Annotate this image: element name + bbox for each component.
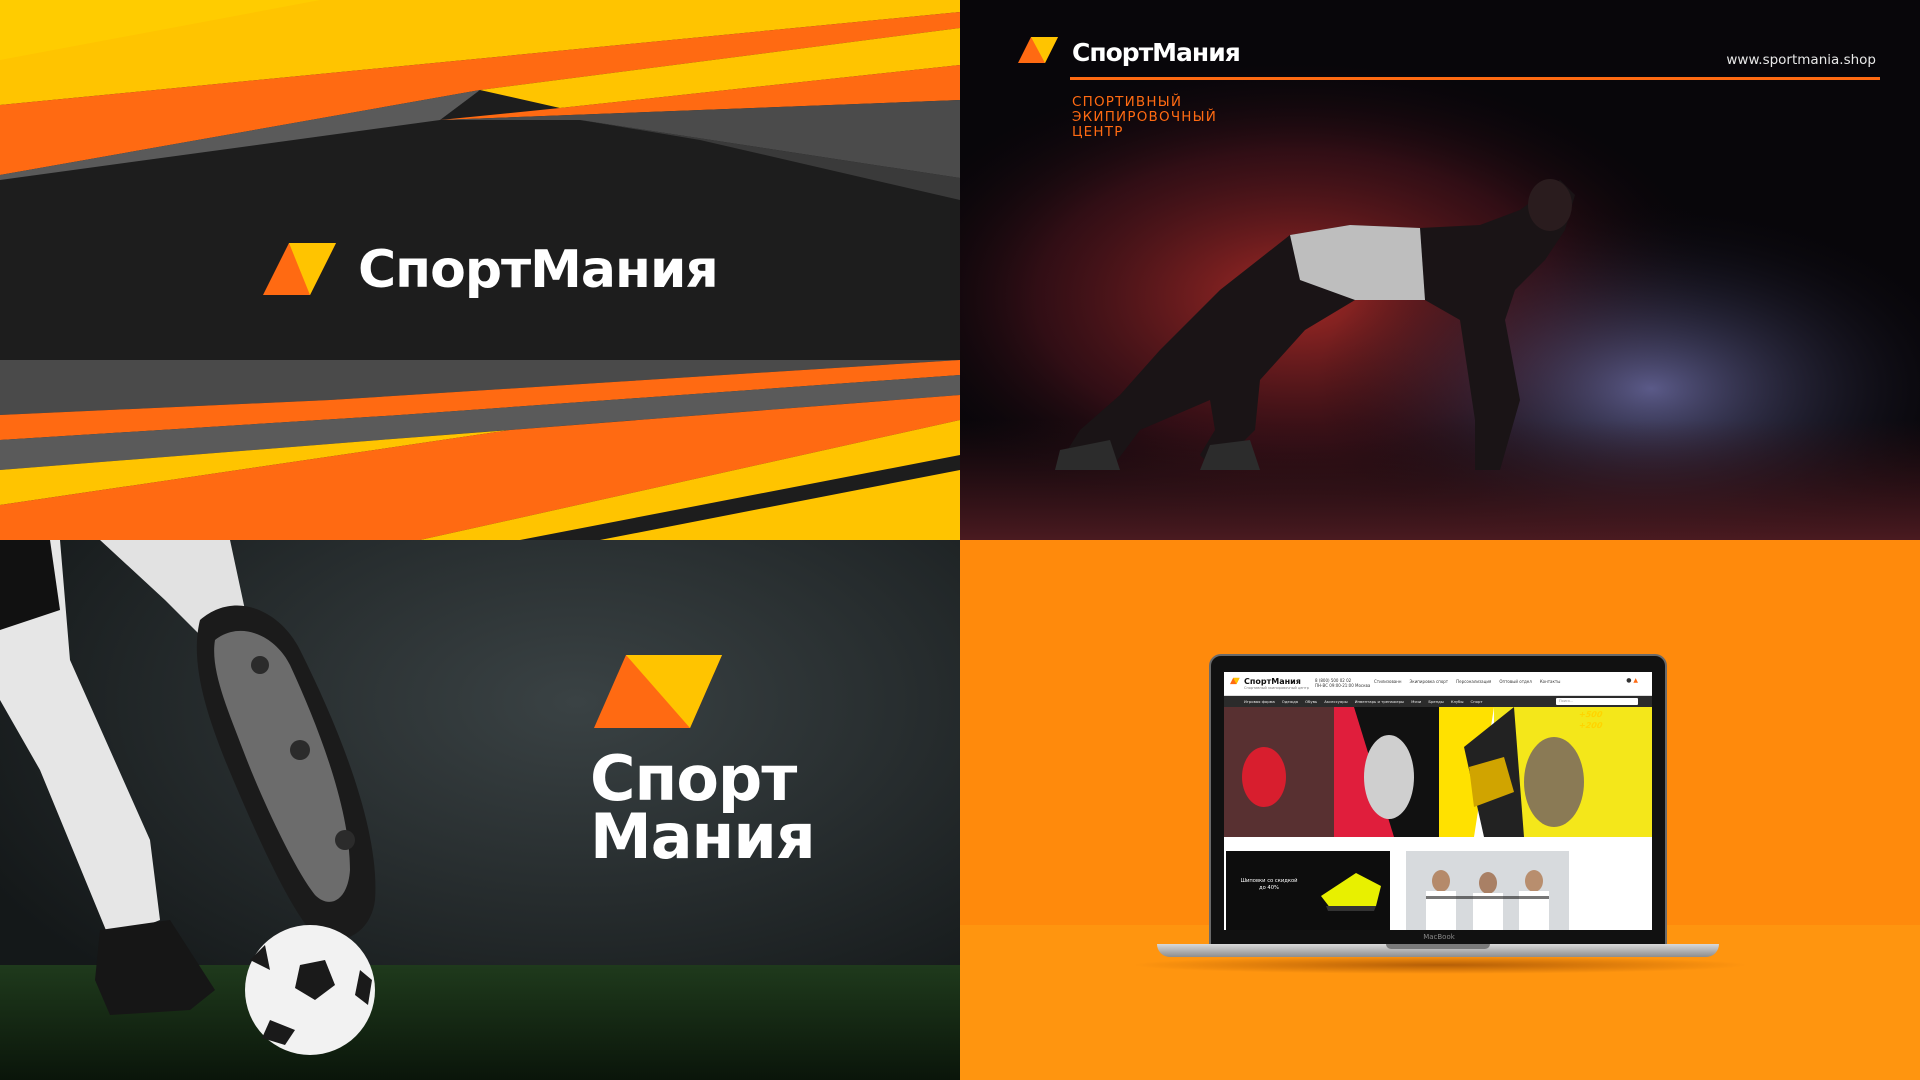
laptop-shadow [1130,956,1750,974]
tagline-line: ЦЕНТР [1072,124,1124,140]
tagline-line: СПОРТИВНЫЙ [1072,94,1183,110]
category-item[interactable]: Обувь [1305,699,1317,704]
brand-logo-mark [1018,37,1058,63]
stripes-banner-panel: СпортМания [0,0,960,540]
site-url: www.sportmania.shop [1726,52,1876,68]
brand-wordmark: СпортМания [358,240,719,300]
site-subtitle: Спортивный экипировочный центр [1244,686,1309,690]
category-item[interactable]: Игровая форма [1244,699,1275,704]
nav-item[interactable]: Оптовый отдел [1499,679,1532,684]
phone-hours: ПН-ВС 09:00-21:00 Москва [1315,683,1371,688]
nav-item[interactable]: Экипировка спорт [1410,679,1449,684]
nav-item[interactable]: Контакты [1540,679,1561,684]
category-item[interactable]: Аксессуары [1324,699,1347,704]
laptop-notch [1386,944,1490,949]
laptop-label: MacBook [1423,933,1455,941]
site-logo-mark [1230,677,1240,685]
brand-tagline: СПОРТИВНЫЙ ЭКИПИРОВОЧНЫЙ ЦЕНТР [1072,95,1332,140]
category-item[interactable]: Инвентарь и тренажеры [1355,699,1404,704]
search-input[interactable]: Поиск... [1556,698,1638,705]
cart-icon[interactable]: ▲ [1633,677,1638,684]
brand-wordmark-line2: Мания [590,800,816,873]
site-phone[interactable]: 8 (800) 500 02 02 ПН-ВС 09:00-21:00 Моск… [1315,678,1370,688]
laptop-mockup-panel: СпортМания Спортивный экипировочный цент… [960,540,1920,1080]
category-item[interactable]: Одежда [1282,699,1298,704]
promo-text: Шиповки со скидкой до 40% [1240,878,1298,891]
tagline-line: ЭКИПИРОВОЧНЫЙ [1072,109,1218,125]
category-item[interactable]: Бренды [1428,699,1443,704]
promo-card-boots[interactable]: Шиповки со скидкой до 40% [1226,851,1390,930]
boot-image [1321,873,1381,911]
promo-card-team[interactable] [1406,851,1569,930]
laptop-screen-frame: СпортМания Спортивный экипировочный цент… [1209,654,1667,947]
hero-badge: +200 [1578,721,1604,730]
athlete-photo [960,0,1920,540]
user-icon[interactable]: ● [1626,677,1631,684]
brand-wordmark-small: СпортМания [1072,38,1241,67]
site-header-icons: ● ▲ [1626,677,1638,684]
site-nav: Стилизованн Экипировка спорт Персонализа… [1374,679,1560,684]
football-photo [0,540,960,1080]
athlete-photo-panel: СпортМания www.sportmania.shop СПОРТИВНЫ… [960,0,1920,540]
header-divider [1070,77,1880,80]
hero-badge: +500 [1578,710,1604,719]
nav-item[interactable]: Стилизованн [1374,679,1402,684]
site-header: СпортМания Спортивный экипировочный цент… [1224,672,1652,696]
category-item[interactable]: Мячи [1411,699,1421,704]
site-brand[interactable]: СпортМания [1244,677,1301,686]
nav-item[interactable]: Персонализация [1456,679,1491,684]
hero-banner[interactable]: +500 +200 [1224,707,1652,837]
football-photo-panel: Спорт Мания [0,540,960,1080]
team-photo [1406,851,1569,930]
category-item[interactable]: Спорт [1471,699,1483,704]
website-screen: СпортМания Спортивный экипировочный цент… [1224,672,1652,930]
category-item[interactable]: Клубы [1451,699,1464,704]
